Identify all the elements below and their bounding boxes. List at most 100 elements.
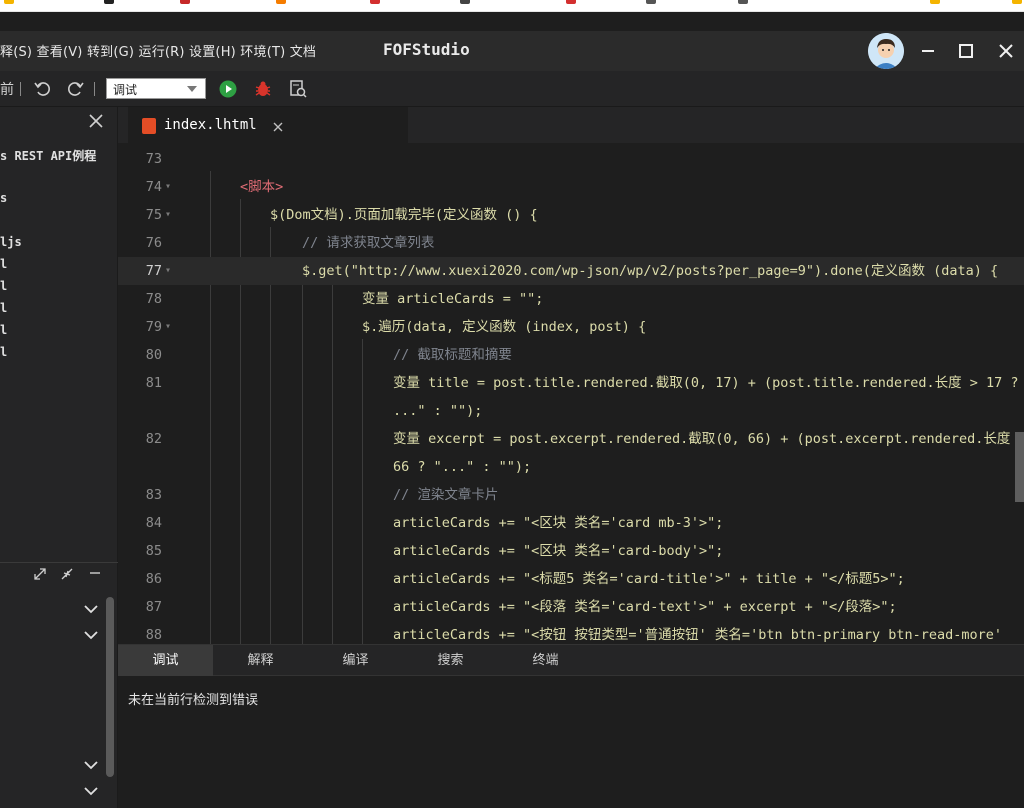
bookmark-icon[interactable] [276, 0, 286, 4]
fold-chevron-icon[interactable]: ▾ [165, 313, 171, 341]
bug-icon [255, 81, 271, 96]
bookmark-icon[interactable] [370, 0, 380, 4]
tab-interpret[interactable]: 解释 [213, 645, 308, 676]
expand-icon [34, 568, 46, 580]
code-line: 84 articleCards += "<区块 类名='card mb-3'>"… [118, 509, 1024, 537]
editor-scrollbar[interactable] [1015, 432, 1024, 502]
code-line: 75 ▾ $(Dom文档).页面加载完毕(定义函数 () { [118, 201, 1024, 229]
menu-item[interactable]: 查看(V) [37, 45, 83, 60]
code-line: 76 // 请求获取文章列表 [118, 229, 1024, 257]
project-sidebar: s REST API例程 s ljs l l l l l [0, 107, 118, 808]
line-number: 74 [145, 179, 162, 195]
code-line: 79 ▾ $.遍历(data, 定义函数 (index, post) { [118, 313, 1024, 341]
code-editor[interactable]: 73 74 ▾ <脚本> 75 ▾ $(Dom文档).页面加载完毕(定义函数 (… [118, 143, 1024, 644]
panel-tab-bar: 调试 解释 编译 搜索 终端 [118, 645, 1024, 676]
line-number: 85 [145, 543, 162, 559]
bookmark-icon[interactable] [738, 0, 748, 4]
bookmark-icon[interactable] [104, 0, 114, 4]
tree-item[interactable]: l [0, 301, 7, 315]
line-number: 84 [145, 515, 162, 531]
bookmark-icon[interactable] [930, 0, 940, 4]
line-number: 79 [145, 319, 162, 335]
fold-chevron-icon[interactable]: ▾ [165, 201, 171, 229]
tab-terminal[interactable]: 终端 [498, 645, 593, 676]
tab-debug[interactable]: 调试 [118, 645, 213, 676]
tab-compile[interactable]: 编译 [308, 645, 403, 676]
menu-item[interactable]: 文档 [290, 45, 316, 60]
code-text: 变量 title = post.title.rendered.截取(0, 17)… [393, 375, 1024, 391]
preview-button[interactable] [288, 79, 308, 103]
bookmark-icon[interactable] [4, 0, 14, 4]
maximize-button[interactable] [954, 39, 978, 63]
code-text: ..." : ""); [393, 403, 483, 419]
line-number: 80 [145, 347, 162, 363]
browser-bookmark-strip [0, 0, 1024, 12]
code-line: 88 articleCards += "<按钮 按钮类型='普通按钮' 类名='… [118, 621, 1024, 644]
menu-item[interactable]: 运行(R) [139, 45, 185, 60]
code-line: 81 变量 title = post.title.rendered.截取(0, … [118, 369, 1024, 397]
code-text: 66 ? "..." : ""); [393, 459, 532, 475]
bottom-panel: 调试 解释 编译 搜索 终端 未在当前行检测到错误 [118, 644, 1024, 808]
fold-chevron-icon[interactable]: ▾ [165, 173, 171, 201]
minimize-button[interactable] [916, 39, 940, 63]
code-line: 85 articleCards += "<区块 类名='card-body'>"… [118, 537, 1024, 565]
close-window-button[interactable] [994, 39, 1018, 63]
chevron-down-icon[interactable] [83, 757, 99, 773]
line-number: 81 [145, 375, 162, 391]
chevron-down-icon[interactable] [83, 601, 99, 617]
fold-chevron-icon[interactable]: ▾ [165, 257, 171, 285]
minimize-panel-button[interactable] [88, 565, 102, 582]
line-number: 77 [145, 263, 162, 279]
chevron-down-icon[interactable] [83, 783, 99, 799]
tree-item[interactable]: ljs [0, 235, 22, 249]
tree-item[interactable]: l [0, 323, 7, 337]
code-comment: // 渲染文章卡片 [393, 487, 499, 503]
tab-index-lhtml[interactable]: index.lhtml [128, 107, 408, 143]
undo-button[interactable] [32, 78, 52, 102]
toolbar: 前 调试 [0, 71, 1024, 107]
code-comment: // 请求获取文章列表 [302, 235, 435, 251]
chevron-down-icon[interactable] [83, 627, 99, 643]
menu-item[interactable]: 环境(T) [240, 45, 285, 60]
sidebar-divider [0, 562, 118, 563]
close-icon [999, 44, 1013, 58]
sidebar-scrollbar[interactable] [106, 597, 114, 777]
bookmark-icon[interactable] [1012, 0, 1022, 4]
tree-item-project[interactable]: s REST API例程 [0, 147, 96, 164]
menu-item[interactable]: 设置(H) [189, 45, 236, 60]
bookmark-icon[interactable] [180, 0, 190, 4]
tree-item[interactable]: l [0, 345, 7, 359]
debug-button[interactable] [253, 79, 273, 103]
minimize-icon [922, 50, 934, 52]
user-avatar[interactable] [868, 33, 904, 69]
editor-tab-bar: index.lhtml [118, 107, 1024, 143]
bookmark-icon[interactable] [566, 0, 576, 4]
collapse-all-button[interactable] [60, 567, 74, 584]
bookmark-icon[interactable] [460, 0, 470, 4]
tab-search[interactable]: 搜索 [403, 645, 498, 676]
tree-item[interactable]: l [0, 279, 7, 293]
tree-item[interactable]: l [0, 257, 7, 271]
collapse-icon [61, 568, 73, 580]
code-text: 变量 articleCards = ""; [362, 291, 544, 307]
toolbar-back-label[interactable]: 前 [0, 79, 14, 99]
run-button[interactable] [218, 79, 238, 103]
menu-item[interactable]: 释(S) [0, 45, 32, 60]
mode-select-value: 调试 [113, 83, 138, 97]
expand-all-button[interactable] [33, 567, 47, 584]
menu-item[interactable]: 转到(G) [87, 45, 134, 60]
code-line: 80 // 截取标题和摘要 [118, 341, 1024, 369]
line-number: 88 [145, 627, 162, 643]
file-search-icon [290, 80, 307, 98]
bookmark-icon[interactable] [646, 0, 656, 4]
line-number: 78 [145, 291, 162, 307]
close-icon [89, 114, 103, 128]
mode-select[interactable]: 调试 [106, 78, 206, 99]
close-tab-button[interactable] [272, 115, 284, 137]
app-title: FOFStudio [383, 40, 470, 59]
redo-button[interactable] [66, 78, 86, 102]
close-sidebar-button[interactable] [88, 113, 104, 134]
tree-item[interactable]: s [0, 191, 7, 205]
code-text: $(Dom文档).页面加载完毕(定义函数 () { [270, 207, 538, 223]
code-text: $.get("http://www.xuexi2020.com/wp-json/… [302, 263, 999, 279]
